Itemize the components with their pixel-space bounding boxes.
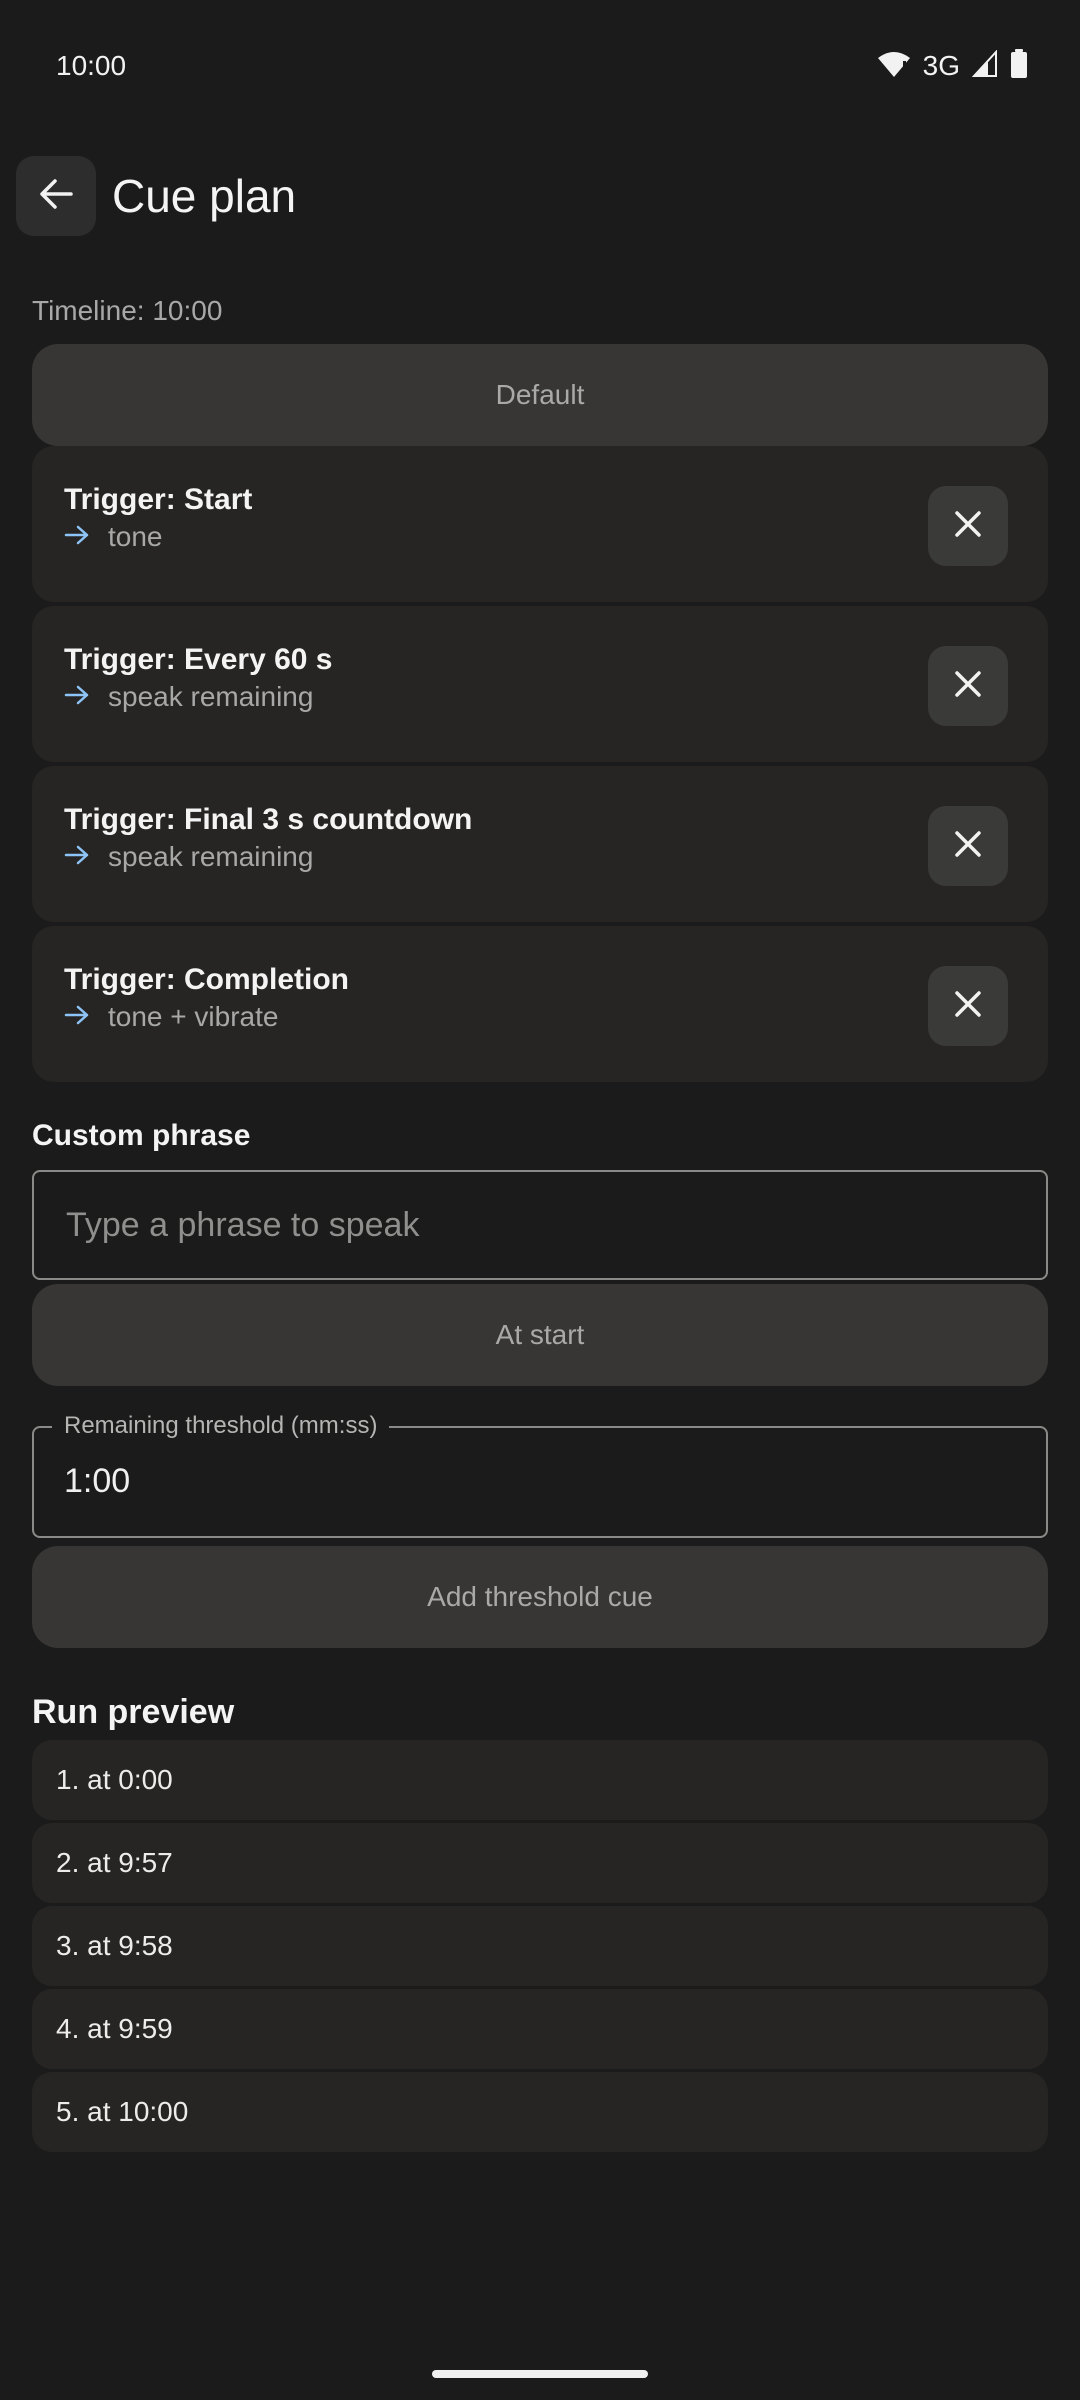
custom-phrase-label: Custom phrase	[32, 1119, 251, 1152]
status-icons: 3G	[877, 46, 1028, 86]
trigger-card: Trigger: Start tone	[32, 446, 1048, 602]
list-item: 4. at 9:59	[32, 1989, 1048, 2069]
trigger-title: Trigger: Every 60 s	[64, 643, 333, 676]
at-start-button[interactable]: At start	[32, 1284, 1048, 1386]
trigger-card: Trigger: Final 3 s countdown speak remai…	[32, 766, 1048, 922]
arrow-right-icon	[64, 518, 90, 556]
close-icon	[953, 829, 983, 864]
preview-item-text: 2. at 9:57	[56, 1847, 173, 1878]
close-icon	[953, 989, 983, 1024]
trigger-title: Trigger: Final 3 s countdown	[64, 803, 473, 836]
preview-item-text: 1. at 0:00	[56, 1764, 173, 1795]
trigger-title: Trigger: Completion	[64, 963, 349, 996]
list-item: 3. at 9:58	[32, 1906, 1048, 1986]
arrow-right-icon	[64, 838, 90, 876]
trigger-card: Trigger: Every 60 s speak remaining	[32, 606, 1048, 762]
network-type: 3G	[922, 50, 960, 81]
preview-item-text: 3. at 9:58	[56, 1930, 173, 1961]
cell-signal-icon	[971, 48, 998, 83]
wifi-alert-icon	[877, 50, 911, 83]
remove-trigger-button[interactable]	[928, 486, 1008, 566]
list-item: 5. at 10:00	[32, 2072, 1048, 2152]
trigger-action: tone	[108, 521, 163, 552]
custom-phrase-field[interactable]	[32, 1170, 1048, 1280]
run-preview-label: Run preview	[32, 1693, 235, 1731]
default-button[interactable]: Default	[32, 344, 1048, 446]
trigger-action-row: tone + vibrate	[64, 998, 278, 1036]
trigger-action: speak remaining	[108, 841, 314, 872]
close-icon	[953, 509, 983, 544]
home-indicator[interactable]	[432, 2370, 648, 2378]
trigger-title: Trigger: Start	[64, 483, 253, 516]
trigger-action-row: tone	[64, 518, 163, 556]
trigger-action: tone + vibrate	[108, 1001, 279, 1032]
trigger-action-row: speak remaining	[64, 838, 313, 876]
list-item: 1. at 0:00	[32, 1740, 1048, 1820]
close-icon	[953, 669, 983, 704]
threshold-input[interactable]	[64, 1458, 964, 1504]
arrow-right-icon	[64, 998, 90, 1036]
page-title: Cue plan	[112, 170, 297, 222]
trigger-action: speak remaining	[108, 681, 314, 712]
arrow-right-icon	[64, 678, 90, 716]
preview-item-text: 4. at 9:59	[56, 2013, 173, 2044]
remove-trigger-button[interactable]	[928, 806, 1008, 886]
threshold-field[interactable]: Remaining threshold (mm:ss)	[32, 1410, 1048, 1538]
arrow-left-icon	[37, 175, 75, 218]
trigger-card: Trigger: Completion tone + vibrate	[32, 926, 1048, 1082]
add-threshold-cue-button[interactable]: Add threshold cue	[32, 1546, 1048, 1648]
back-button[interactable]	[16, 156, 96, 236]
trigger-action-row: speak remaining	[64, 678, 313, 716]
battery-icon	[1010, 48, 1028, 84]
timeline-label: Timeline: 10:00	[32, 295, 223, 326]
remove-trigger-button[interactable]	[928, 966, 1008, 1046]
threshold-label: Remaining threshold (mm:ss)	[52, 1410, 390, 1442]
status-time: 10:00	[56, 50, 127, 81]
remove-trigger-button[interactable]	[928, 646, 1008, 726]
preview-item-text: 5. at 10:00	[56, 2096, 189, 2127]
custom-phrase-input[interactable]	[64, 1204, 968, 1246]
list-item: 2. at 9:57	[32, 1823, 1048, 1903]
